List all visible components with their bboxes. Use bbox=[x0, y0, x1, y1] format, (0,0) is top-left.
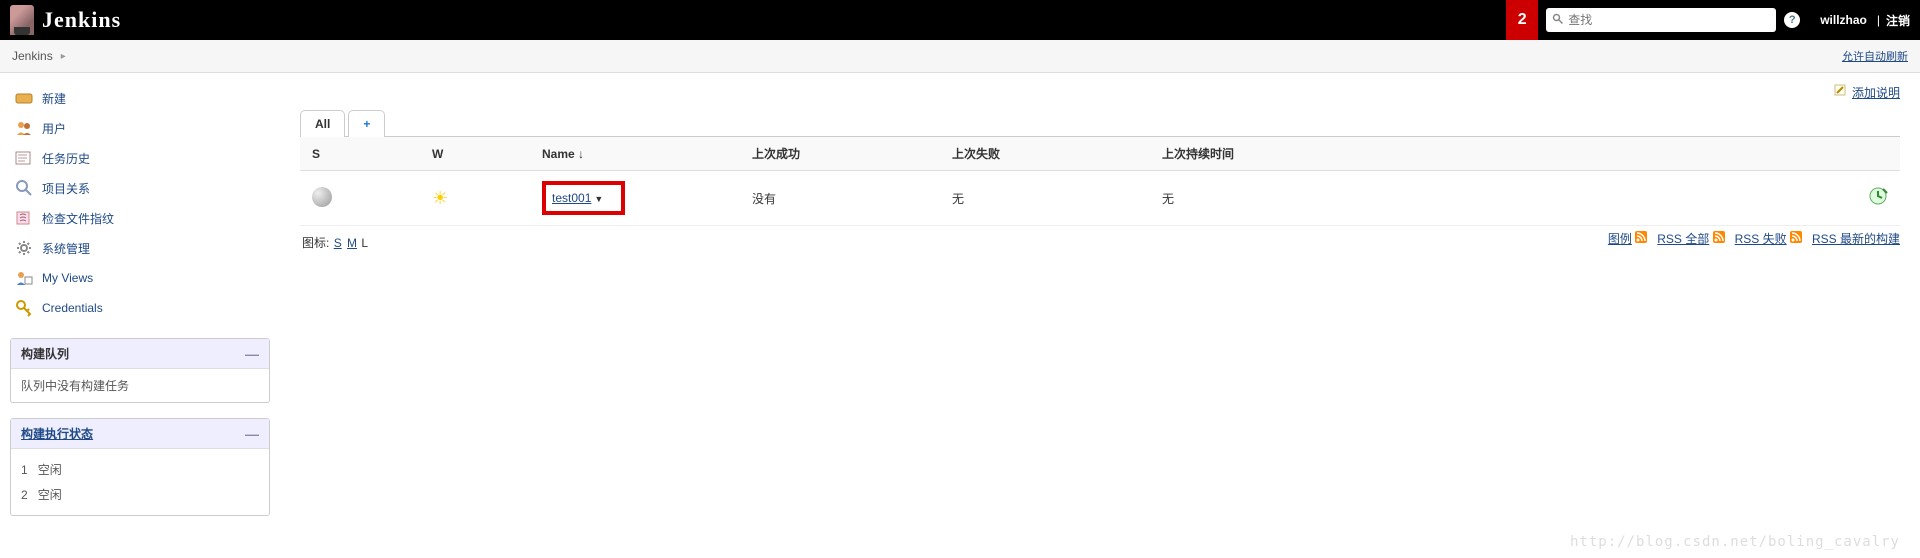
build-queue-body: 队列中没有构建任务 bbox=[11, 369, 269, 402]
rss-icon bbox=[1790, 232, 1802, 246]
col-status[interactable]: S bbox=[300, 137, 420, 171]
top-header: Jenkins 2 ? willzhao | 注销 bbox=[0, 0, 1920, 40]
sidebar-item-manage[interactable]: 系统管理 bbox=[10, 233, 270, 263]
user-link[interactable]: willzhao bbox=[1820, 13, 1867, 27]
sidebar-item-label: My Views bbox=[42, 271, 93, 285]
sidebar-item-myviews[interactable]: My Views bbox=[10, 263, 270, 293]
sidebar-item-label: Credentials bbox=[42, 301, 103, 315]
gear-icon bbox=[14, 238, 34, 258]
executor-box: 构建执行状态 — 1 空闲 2 空闲 bbox=[10, 418, 270, 516]
tab-add[interactable]: + bbox=[348, 110, 385, 137]
search-input[interactable] bbox=[1568, 13, 1770, 27]
view-tabs: All + bbox=[300, 109, 1900, 137]
sidebar-item-label: 项目关系 bbox=[42, 180, 90, 197]
jenkins-logo-icon bbox=[10, 5, 34, 35]
divider: | bbox=[1877, 13, 1880, 27]
search-icon bbox=[1552, 13, 1564, 28]
rss-fail-link[interactable]: RSS 失败 bbox=[1735, 232, 1787, 246]
rss-icon bbox=[1635, 232, 1647, 246]
icon-size-l: L bbox=[361, 236, 368, 250]
help-icon[interactable]: ? bbox=[1784, 12, 1800, 28]
rss-all-link[interactable]: RSS 全部 bbox=[1657, 232, 1709, 246]
executor-row: 1 空闲 bbox=[21, 457, 259, 482]
icon-size-m[interactable]: M bbox=[347, 236, 357, 250]
sidebar-item-label: 系统管理 bbox=[42, 240, 90, 257]
status-ball-icon bbox=[312, 187, 332, 207]
tab-all[interactable]: All bbox=[300, 110, 345, 137]
weather-sun-icon: ☀ bbox=[432, 188, 448, 208]
rss-icon bbox=[1713, 232, 1725, 246]
logo-area[interactable]: Jenkins bbox=[10, 5, 121, 35]
executor-title[interactable]: 构建执行状态 bbox=[21, 425, 93, 442]
auto-refresh-link[interactable]: 允许自动刷新 bbox=[1842, 48, 1908, 64]
executor-row: 2 空闲 bbox=[21, 482, 259, 507]
executor-header: 构建执行状态 — bbox=[11, 419, 269, 449]
bottom-links: 图例 RSS 全部 RSS 失败 RSS 最新的构建 bbox=[1600, 226, 1900, 251]
col-weather[interactable]: W bbox=[420, 137, 530, 171]
sidebar-item-new[interactable]: 新建 bbox=[10, 83, 270, 113]
notification-badge[interactable]: 2 bbox=[1506, 0, 1538, 40]
sidebar-item-relations[interactable]: 项目关系 bbox=[10, 173, 270, 203]
sidebar: 新建 用户 任务历史 项目关系 检查文件指纹 系统管理 bbox=[0, 73, 280, 526]
sidebar-item-label: 用户 bbox=[42, 120, 66, 137]
logout-link[interactable]: 注销 bbox=[1886, 12, 1910, 29]
collapse-icon[interactable]: — bbox=[245, 346, 259, 362]
sidebar-item-fingerprint[interactable]: 检查文件指纹 bbox=[10, 203, 270, 233]
cell-last-success: 没有 bbox=[740, 171, 940, 226]
fingerprint-icon bbox=[14, 208, 34, 228]
col-last-failure[interactable]: 上次失败 bbox=[940, 137, 1150, 171]
history-icon bbox=[14, 148, 34, 168]
chevron-right-icon: ▸ bbox=[61, 51, 66, 62]
legend-link[interactable]: 图例 bbox=[1608, 232, 1632, 246]
col-last-success[interactable]: 上次成功 bbox=[740, 137, 940, 171]
breadcrumb-root[interactable]: Jenkins bbox=[12, 49, 53, 63]
rss-latest-link[interactable]: RSS 最新的构建 bbox=[1812, 232, 1900, 246]
icon-size-s[interactable]: S bbox=[334, 236, 342, 250]
main-content: 添加说明 All + S W Name ↓ 上次成功 上次失败 上次持续时间 bbox=[280, 73, 1920, 526]
sidebar-item-label: 新建 bbox=[42, 90, 66, 107]
new-icon bbox=[14, 88, 34, 108]
schedule-build-icon[interactable] bbox=[1868, 193, 1888, 210]
logo-text: Jenkins bbox=[42, 7, 121, 33]
credentials-icon bbox=[14, 298, 34, 318]
job-name-highlight: test001▼ bbox=[542, 181, 625, 215]
people-icon bbox=[14, 118, 34, 138]
build-queue-header: 构建队列 — bbox=[11, 339, 269, 369]
icon-size-selector: 图标: S M L bbox=[300, 226, 370, 259]
edit-icon bbox=[1833, 86, 1850, 100]
col-last-duration[interactable]: 上次持续时间 bbox=[1150, 137, 1840, 171]
search-relation-icon bbox=[14, 178, 34, 198]
add-description-link[interactable]: 添加说明 bbox=[1852, 86, 1900, 100]
build-queue-title: 构建队列 bbox=[21, 345, 69, 362]
breadcrumb-bar: Jenkins ▸ 允许自动刷新 bbox=[0, 40, 1920, 73]
sidebar-item-history[interactable]: 任务历史 bbox=[10, 143, 270, 173]
sidebar-item-credentials[interactable]: Credentials bbox=[10, 293, 270, 323]
dropdown-caret-icon[interactable]: ▼ bbox=[594, 194, 603, 204]
sidebar-item-label: 任务历史 bbox=[42, 150, 90, 167]
build-queue-box: 构建队列 — 队列中没有构建任务 bbox=[10, 338, 270, 403]
collapse-icon[interactable]: — bbox=[245, 426, 259, 442]
cell-last-failure: 无 bbox=[940, 171, 1150, 226]
sidebar-item-label: 检查文件指纹 bbox=[42, 210, 114, 227]
table-row: ☀ test001▼ 没有 无 无 bbox=[300, 171, 1900, 226]
cell-last-duration: 无 bbox=[1150, 171, 1840, 226]
myviews-icon bbox=[14, 268, 34, 288]
job-link[interactable]: test001 bbox=[552, 191, 591, 205]
col-name[interactable]: Name ↓ bbox=[530, 137, 740, 171]
search-box[interactable] bbox=[1546, 8, 1776, 32]
watermark: http://blog.csdn.net/boling_cavalry bbox=[1570, 534, 1900, 550]
sidebar-item-people[interactable]: 用户 bbox=[10, 113, 270, 143]
job-table: S W Name ↓ 上次成功 上次失败 上次持续时间 ☀ test001▼ bbox=[300, 137, 1900, 226]
